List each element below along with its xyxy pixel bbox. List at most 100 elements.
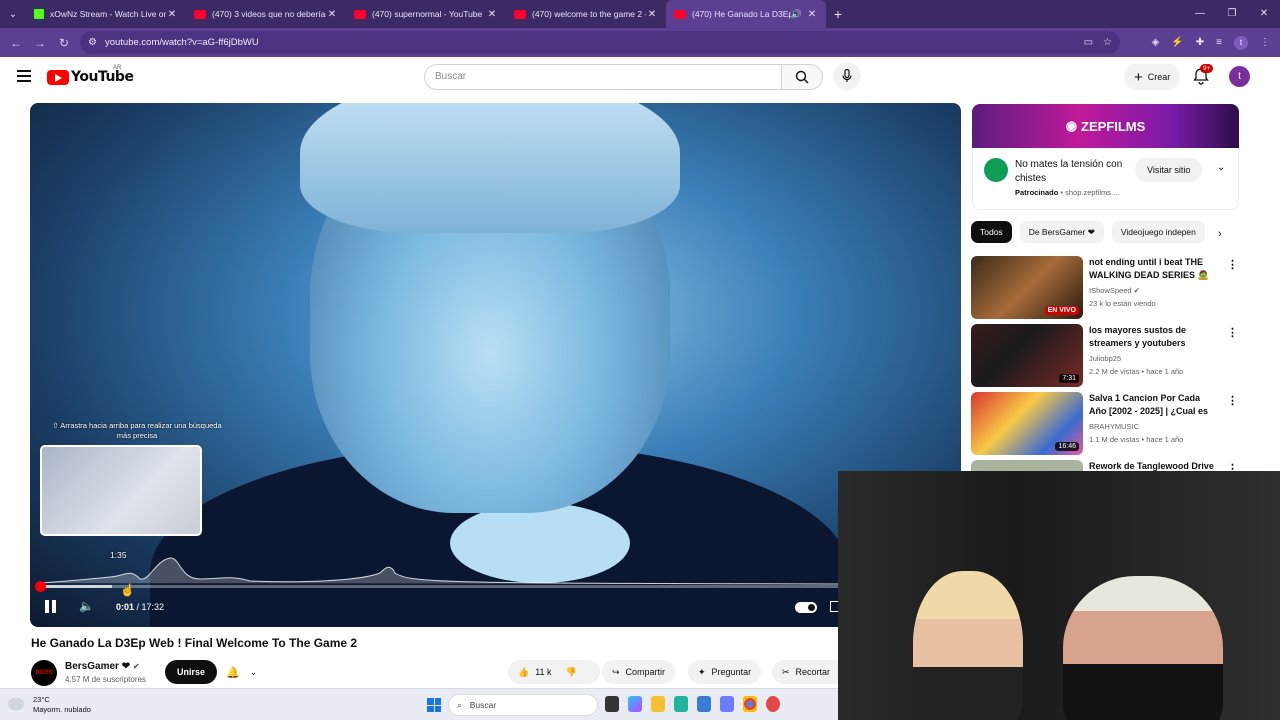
app-icon[interactable] xyxy=(720,696,734,712)
url-text: youtube.com/watch?v=aG-ff6jDbWU xyxy=(104,37,259,48)
more-options-icon[interactable]: ⋮ xyxy=(1227,394,1238,407)
recommendation-title[interactable]: not ending until i beat THE WALKING DEAD… xyxy=(1089,256,1217,283)
create-button[interactable]: + Crear xyxy=(1124,64,1181,90)
close-tab-icon[interactable]: ✕ xyxy=(326,9,338,20)
close-tab-icon[interactable]: ✕ xyxy=(486,9,498,20)
profile-avatar[interactable]: t xyxy=(1234,35,1248,50)
chip-indie-game[interactable]: Videojuego indepen xyxy=(1111,221,1205,243)
file-explorer-icon[interactable] xyxy=(651,696,665,712)
video-player[interactable]: ⇧ Arrastra hacia arriba para realizar un… xyxy=(30,103,961,627)
share-button[interactable]: ↪ Compartir xyxy=(602,660,676,684)
extension-icon[interactable]: ⚡ xyxy=(1171,37,1183,48)
hamburger-menu-icon[interactable] xyxy=(17,70,31,85)
user-avatar[interactable]: t xyxy=(1229,66,1250,87)
close-tab-icon[interactable]: ✕ xyxy=(806,9,818,20)
chrome-icon[interactable] xyxy=(743,696,757,712)
browser-tab[interactable]: (470) supernormal - YouTube ✕ xyxy=(346,0,506,28)
app-icon[interactable] xyxy=(766,696,780,712)
puzzle-icon[interactable]: ✚ xyxy=(1196,37,1204,48)
channel-avatar[interactable]: BERS xyxy=(31,660,57,686)
recommendation-title[interactable]: Salva 1 Cancion Por Cada Año [2002 - 202… xyxy=(1089,392,1217,419)
clip-label: Recortar xyxy=(795,667,831,677)
bookmark-star-icon[interactable]: ☆ xyxy=(1103,37,1112,48)
channel-name[interactable]: BersGamer ❤ ✔ xyxy=(65,661,140,672)
media-controls-icon[interactable]: ≡ xyxy=(1216,37,1222,48)
browser-tab[interactable]: xOwNz Stream - Watch Live on ✕ xyxy=(26,0,186,28)
join-button[interactable]: Unirse xyxy=(165,660,218,684)
recommendation-item[interactable]: EN VIVO not ending until i beat THE WALK… xyxy=(971,256,1241,320)
sponsored-label: Patrocinado xyxy=(1015,188,1059,197)
weather-widget[interactable]: 23°C Mayorm. nublado xyxy=(33,695,91,715)
ask-label: Preguntar xyxy=(711,667,752,677)
minimize-button[interactable]: — xyxy=(1184,0,1216,28)
recommendation-title[interactable]: los mayores sustos de streamers y youtub… xyxy=(1089,324,1217,351)
chevron-down-icon[interactable]: ⌄ xyxy=(1217,162,1225,173)
close-window-button[interactable]: ✕ xyxy=(1248,0,1280,28)
channel-name-text: BersGamer ❤ xyxy=(65,661,131,672)
search-button[interactable] xyxy=(781,64,823,90)
maximize-button[interactable]: ❐ xyxy=(1216,0,1248,28)
reload-button[interactable]: ↻ xyxy=(52,36,76,50)
cast-icon[interactable]: ▭ xyxy=(1084,37,1093,48)
more-options-icon[interactable]: ⋮ xyxy=(1227,326,1238,339)
extension-icon[interactable]: ◈ xyxy=(1152,37,1160,48)
volume-icon[interactable]: 🔈 xyxy=(79,599,94,613)
voice-search-button[interactable] xyxy=(833,62,861,90)
recommendation-channel[interactable]: IShowSpeed ✔ xyxy=(1089,286,1140,295)
tab-title: (470) He Ganado La D3Ep W xyxy=(692,9,791,19)
subscription-bell-button[interactable]: 🔔 ⌄ xyxy=(220,660,270,684)
progress-bar[interactable] xyxy=(40,585,838,588)
browser-tab-active[interactable]: (470) He Ganado La D3Ep W 🔊 ✕ xyxy=(666,0,826,28)
tab-title: (470) welcome to the game 2 - xyxy=(532,9,646,19)
youtube-logo[interactable]: YouTube AR xyxy=(47,65,134,85)
video-thumbnail[interactable]: EN VIVO xyxy=(971,256,1083,319)
close-tab-icon[interactable]: ✕ xyxy=(646,9,658,20)
speaker-icon[interactable]: 🔊 xyxy=(791,9,802,20)
close-tab-icon[interactable]: ✕ xyxy=(166,9,178,20)
taskbar-search[interactable]: ⌕ Buscar xyxy=(448,694,598,716)
menu-dots-icon[interactable]: ⋮ xyxy=(1260,37,1270,48)
ad-banner[interactable]: ◉ ZEPFILMS xyxy=(972,104,1239,148)
video-thumbnail[interactable]: 16:46 xyxy=(971,392,1083,455)
visit-site-button[interactable]: Visitar sitio xyxy=(1135,158,1203,182)
autoplay-toggle[interactable] xyxy=(795,602,817,613)
recommendation-item[interactable]: 16:46 Salva 1 Cancion Por Cada Año [2002… xyxy=(971,392,1241,456)
task-view-icon[interactable] xyxy=(605,696,619,712)
subtitles-icon[interactable] xyxy=(830,601,838,612)
store-icon[interactable] xyxy=(697,696,711,712)
site-info-icon[interactable]: ⚙ xyxy=(88,37,97,48)
windows-start-icon[interactable] xyxy=(427,698,441,712)
video-thumbnail[interactable]: 7:31 xyxy=(971,324,1083,387)
like-dislike-group: 👍 11 k 👎 xyxy=(508,660,600,684)
recommendation-item[interactable]: 7:31 los mayores sustos de streamers y y… xyxy=(971,324,1241,388)
search-input[interactable]: Buscar xyxy=(424,64,782,90)
browser-tab[interactable]: (470) welcome to the game 2 - ✕ xyxy=(506,0,666,28)
new-tab-button[interactable]: + xyxy=(826,6,850,22)
ad-card: No mates la tensión con chistes Patrocin… xyxy=(972,148,1239,210)
chevron-right-icon[interactable]: › xyxy=(1218,228,1222,240)
edge-icon[interactable] xyxy=(674,696,688,712)
time-display: 0:01 / 17:32 xyxy=(116,602,165,612)
advertiser-logo[interactable] xyxy=(984,158,1008,182)
scrubber-handle[interactable] xyxy=(35,581,46,592)
chip-channel[interactable]: De BersGamer ❤ xyxy=(1019,221,1104,243)
recommendation-channel[interactable]: Juliobp25 xyxy=(1089,354,1121,363)
recommendation-channel[interactable]: BRAHYMUSIC xyxy=(1089,422,1139,431)
tab-search-dropdown[interactable]: ⌄ xyxy=(0,0,26,28)
pause-button[interactable] xyxy=(45,600,57,614)
back-button[interactable]: ← xyxy=(4,36,28,50)
browser-toolbar: ← → ↻ ⚙ youtube.com/watch?v=aG-ff6jDbWU … xyxy=(0,28,1280,57)
chip-all[interactable]: Todos xyxy=(971,221,1012,243)
copilot-icon[interactable] xyxy=(628,696,642,712)
clip-button[interactable]: ✂ Recortar xyxy=(772,660,838,684)
ad-title[interactable]: No mates la tensión con chistes xyxy=(1015,158,1125,186)
browser-tab[interactable]: (470) 3 videos que no deberías ✕ xyxy=(186,0,346,28)
live-badge: EN VIVO xyxy=(1044,306,1079,315)
more-options-icon[interactable]: ⋮ xyxy=(1227,258,1238,271)
current-time: 0:01 xyxy=(116,602,135,612)
address-bar[interactable]: ⚙ youtube.com/watch?v=aG-ff6jDbWU ▭ ☆ xyxy=(80,31,1120,54)
dislike-button[interactable]: 👎 xyxy=(566,667,577,678)
like-button[interactable]: 👍 11 k xyxy=(518,667,552,678)
forward-button[interactable]: → xyxy=(28,36,52,50)
ask-button[interactable]: ✦ Preguntar xyxy=(688,660,762,684)
